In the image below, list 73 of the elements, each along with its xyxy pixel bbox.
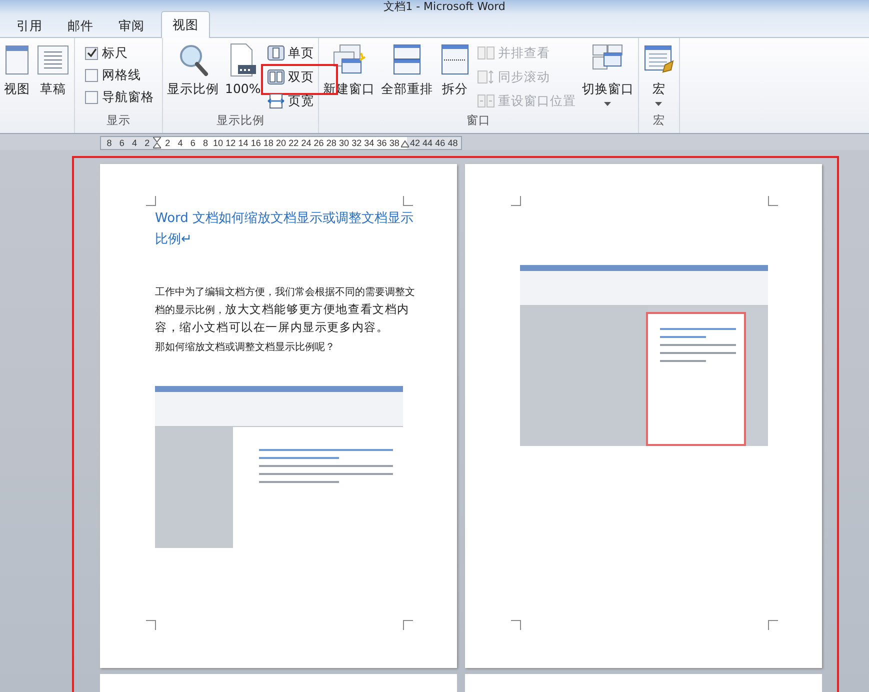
- ribbon-tab[interactable]: 审阅: [106, 15, 157, 37]
- ribbon-button[interactable]: 宏: [640, 41, 677, 108]
- ribbon-button[interactable]: 全部重排: [378, 41, 435, 100]
- ruler-number: 20: [275, 138, 288, 148]
- corner-mark: [768, 620, 778, 630]
- ribbon-button[interactable]: 显示比例: [165, 41, 221, 100]
- ribbon-button[interactable]: 视图: [2, 41, 32, 100]
- window-title: 文档1 - Microsoft Word: [384, 0, 506, 13]
- split-window-icon: [438, 43, 471, 77]
- ruler-number: 48: [446, 138, 459, 148]
- ruler-number: 44: [422, 138, 434, 148]
- document-icon: [5, 43, 29, 77]
- ribbon-button[interactable]: 100%: [223, 41, 263, 98]
- corner-mark: [768, 196, 778, 206]
- ribbon-button[interactable]: 草稿: [34, 41, 72, 100]
- ruler-number: 36: [376, 138, 388, 148]
- ruler-number: 4: [176, 138, 184, 148]
- ribbon-button[interactable]: 拆分: [436, 41, 473, 100]
- ruler-number: 8: [106, 138, 113, 148]
- checkbox[interactable]: 导航窗格: [77, 85, 160, 107]
- ruler-number: 34: [363, 138, 376, 148]
- ruler-number: 24: [300, 138, 312, 148]
- ribbon-button[interactable]: 页宽: [264, 92, 316, 110]
- indent-marker-icon: [153, 137, 162, 149]
- ruler-number: 12: [224, 138, 237, 148]
- corner-mark: [403, 620, 413, 630]
- ruler-number: 6: [118, 138, 126, 148]
- lines-document-icon: [36, 43, 70, 77]
- ruler-number: 8: [202, 138, 209, 148]
- two-pages-icon: [266, 69, 285, 85]
- sync-scroll-icon: [476, 69, 495, 85]
- single-page-icon: [266, 45, 285, 61]
- ribbon-button[interactable]: 双页: [264, 68, 316, 86]
- body-text: 工作中为了编辑文档方便，我们常会根据不同的需要调整文档的显示比例，放大文档能够更方便地查看文档内容，缩小文档可以在一屏内显示更多内容。: [155, 286, 415, 336]
- checkmark-icon: [86, 48, 96, 58]
- ribbon-tab[interactable]: 视图: [161, 11, 210, 38]
- ruler-number: 32: [350, 138, 363, 148]
- reset-position-icon: [476, 93, 495, 109]
- stacked-windows-icon: [390, 43, 423, 77]
- corner-mark: [511, 620, 521, 630]
- body-text: 那如何缩放文档或调整文档显示比例呢？: [155, 340, 336, 355]
- ruler-number: 30: [338, 138, 350, 148]
- corner-mark: [403, 196, 413, 206]
- group-label: 显示比例: [216, 113, 264, 129]
- ruler-number: 10: [212, 138, 224, 148]
- checkbox[interactable]: 标尺: [77, 41, 160, 63]
- ruler-number: 2: [144, 138, 151, 148]
- ribbon-tab[interactable]: 引用: [4, 15, 55, 37]
- ribbon-button[interactable]: 切换窗口: [580, 41, 636, 108]
- group-label: 窗口: [466, 113, 490, 129]
- ruler-number: 42: [408, 138, 421, 148]
- corner-mark: [146, 196, 156, 206]
- ruler-number: 28: [325, 138, 338, 148]
- corner-mark: [146, 620, 156, 630]
- ribbon-tab[interactable]: 邮件: [55, 15, 106, 37]
- ruler-number: 26: [312, 138, 325, 148]
- group-label: 宏: [652, 113, 665, 129]
- ruler-number: 4: [130, 138, 138, 148]
- ruler-number: 18: [262, 138, 274, 148]
- ruler-number: 14: [237, 138, 250, 148]
- ruler-number: 6: [189, 138, 196, 148]
- ruler-number: 2: [164, 138, 172, 148]
- ruler-number: 38: [388, 138, 400, 148]
- group-label: 显示: [106, 113, 130, 129]
- page-width-icon: [266, 93, 285, 109]
- ruler-number: 16: [250, 138, 262, 148]
- ribbon-button[interactable]: 单页: [264, 44, 316, 62]
- ruler-number: 46: [434, 138, 446, 148]
- ruler-number: 22: [288, 138, 300, 148]
- document-heading: Word 文档如何缩放文档显示或调整文档显示比例↵: [155, 210, 415, 249]
- checkbox[interactable]: 网格线: [77, 63, 160, 85]
- corner-mark: [511, 196, 521, 206]
- side-by-side-icon: [476, 45, 495, 61]
